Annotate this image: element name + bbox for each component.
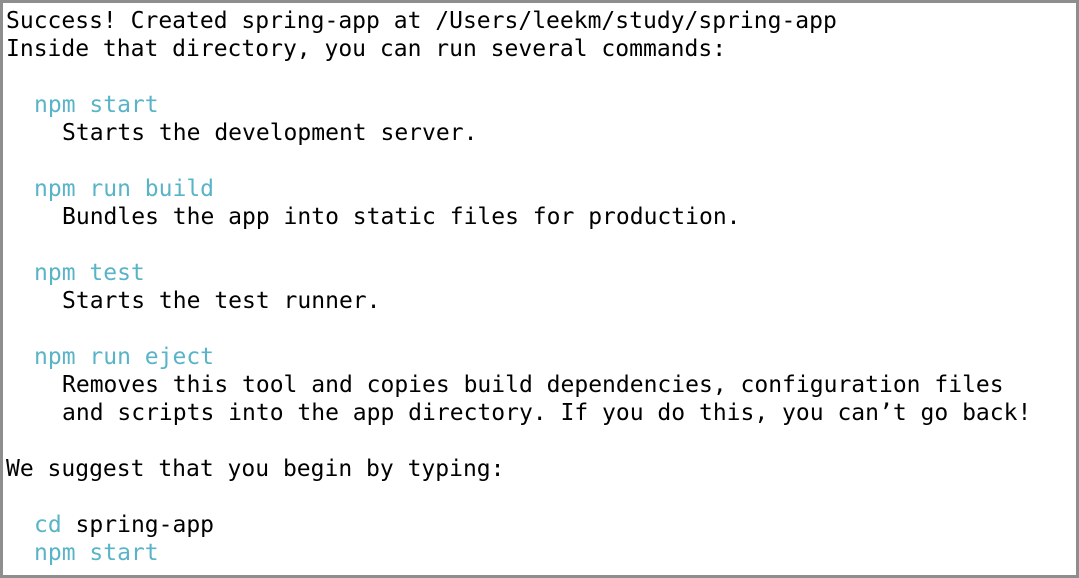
- success-message: Success! Created spring-app at /Users/le…: [6, 8, 837, 34]
- command-description: Bundles the app into static files for pr…: [62, 204, 741, 230]
- command-description: Starts the development server.: [62, 120, 478, 146]
- command-npm-test: npm test: [34, 260, 145, 286]
- command-description: Starts the test runner.: [62, 288, 381, 314]
- directory-info: Inside that directory, you can run sever…: [6, 36, 727, 62]
- command-description: Removes this tool and copies build depen…: [62, 372, 1004, 398]
- suggested-cd-command: cd spring-app: [6, 511, 1076, 539]
- command-description: and scripts into the app directory. If y…: [62, 400, 1032, 426]
- command-npm-run-build: npm run build: [34, 176, 215, 202]
- cd-argument: spring-app: [61, 512, 215, 538]
- cd-keyword: cd: [34, 512, 62, 538]
- suggested-start-command: npm start: [34, 540, 159, 566]
- command-npm-run-eject: npm run eject: [34, 344, 215, 370]
- terminal-output: Success! Created spring-app at /Users/le…: [0, 0, 1079, 578]
- command-npm-start: npm start: [34, 92, 159, 118]
- suggestion-text: We suggest that you begin by typing:: [6, 456, 505, 482]
